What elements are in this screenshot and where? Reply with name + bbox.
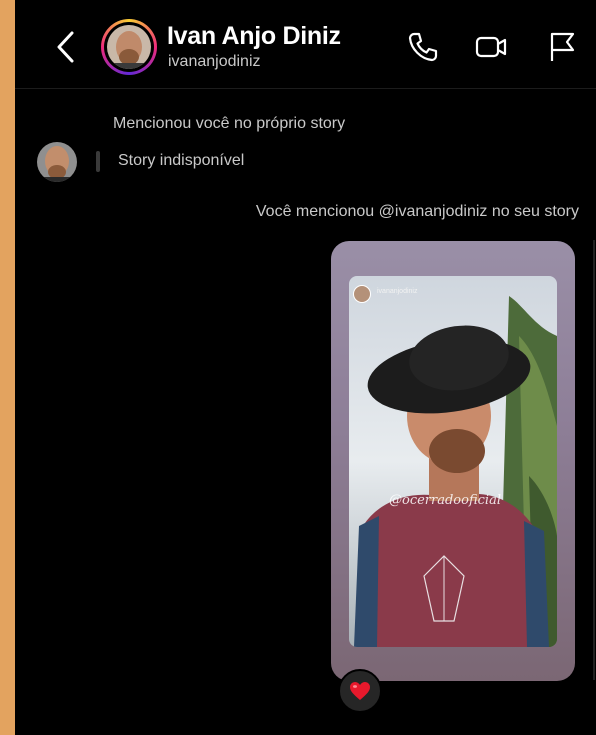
heart-icon bbox=[350, 682, 370, 700]
shared-story-card[interactable]: @ocerradooficial ivananjodiniz bbox=[331, 241, 575, 681]
story-author-name: ivananjodiniz bbox=[377, 288, 418, 295]
phone-icon[interactable] bbox=[406, 30, 440, 64]
contact-username[interactable]: ivananjodiniz bbox=[168, 53, 261, 71]
story-photo[interactable]: @ocerradooficial bbox=[349, 276, 557, 647]
story-overlay-handle: @ocerradooficial bbox=[389, 493, 501, 508]
you-mentioned-label: Você mencionou @ivananjodiniz no seu sto… bbox=[255, 203, 579, 220]
video-camera-icon[interactable] bbox=[474, 30, 508, 64]
story-author-avatar bbox=[353, 285, 371, 303]
left-accent-strip bbox=[0, 0, 15, 735]
scroll-track bbox=[593, 240, 595, 680]
mention-label: Mencionou você no próprio story bbox=[113, 115, 346, 132]
contact-avatar[interactable] bbox=[101, 19, 157, 75]
back-chevron-icon[interactable] bbox=[53, 30, 79, 64]
chat-header: Ivan Anjo Diniz ivananjodiniz bbox=[15, 0, 596, 89]
face-photo bbox=[37, 142, 77, 182]
heart-reaction[interactable] bbox=[338, 669, 382, 713]
story-image: @ocerradooficial bbox=[349, 276, 557, 647]
story-unavailable-text: Story indisponível bbox=[118, 152, 245, 169]
flag-icon[interactable] bbox=[545, 30, 579, 64]
direct-message-thread: Ivan Anjo Diniz ivananjodiniz Mencionou … bbox=[15, 0, 596, 735]
sender-avatar[interactable] bbox=[37, 142, 77, 182]
contact-name[interactable]: Ivan Anjo Diniz bbox=[167, 22, 341, 51]
reply-quote-bar bbox=[96, 151, 100, 172]
face-photo bbox=[107, 25, 151, 69]
